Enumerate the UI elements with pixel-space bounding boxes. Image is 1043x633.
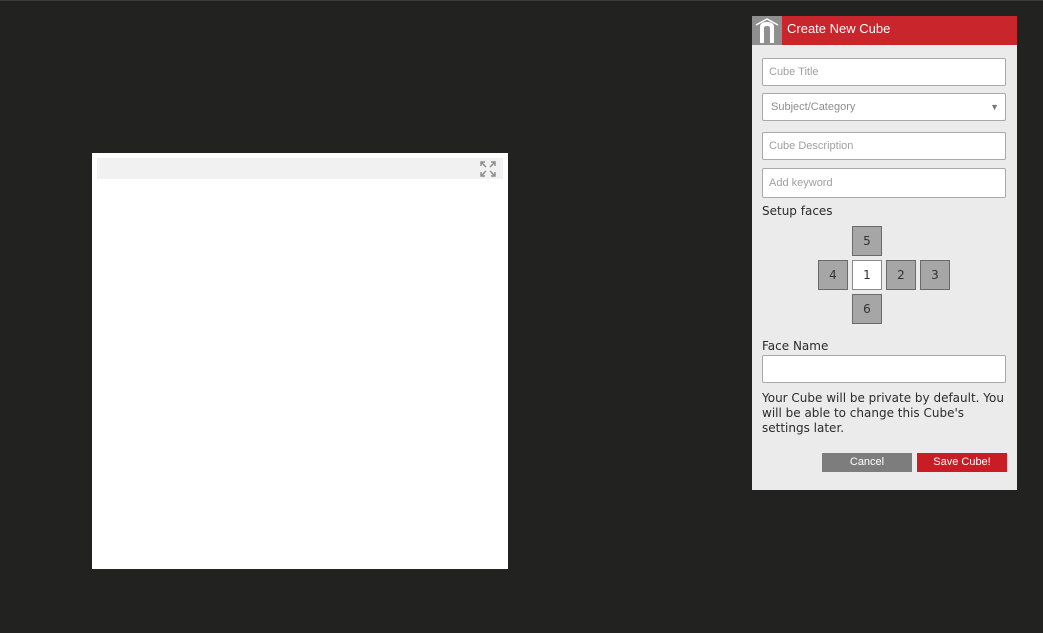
cancel-button[interactable]: Cancel <box>822 453 912 472</box>
subject-category-label: Subject/Category <box>771 101 856 113</box>
preview-toolbar <box>97 158 503 179</box>
dialog-title: Create New Cube <box>787 21 891 36</box>
cube-title-input[interactable] <box>762 58 1006 86</box>
arch-logo-icon <box>755 18 779 43</box>
cube-description-input[interactable] <box>762 132 1006 160</box>
face-3-button[interactable]: 3 <box>920 260 950 290</box>
face-name-input[interactable] <box>762 355 1006 383</box>
subject-category-select[interactable]: Subject/Category ▼ <box>762 93 1006 121</box>
cube-preview-panel <box>92 153 508 569</box>
create-cube-dialog: Create New Cube Subject/Category ▼ Setup… <box>752 16 1017 490</box>
face-2-button[interactable]: 2 <box>886 260 916 290</box>
face-1-button[interactable]: 1 <box>852 260 882 290</box>
privacy-note: Your Cube will be private by default. Yo… <box>762 391 1004 435</box>
face-5-button[interactable]: 5 <box>852 226 882 256</box>
face-name-label: Face Name <box>762 339 829 353</box>
expand-icon[interactable] <box>479 160 497 178</box>
setup-faces-label: Setup faces <box>762 204 833 218</box>
top-border <box>0 0 1043 1</box>
face-6-button[interactable]: 6 <box>852 294 882 324</box>
face-4-button[interactable]: 4 <box>818 260 848 290</box>
logo <box>752 16 782 45</box>
chevron-down-icon: ▼ <box>990 102 999 112</box>
keyword-input[interactable] <box>762 168 1006 198</box>
save-cube-button[interactable]: Save Cube! <box>917 453 1007 472</box>
dialog-header: Create New Cube <box>752 16 1017 45</box>
